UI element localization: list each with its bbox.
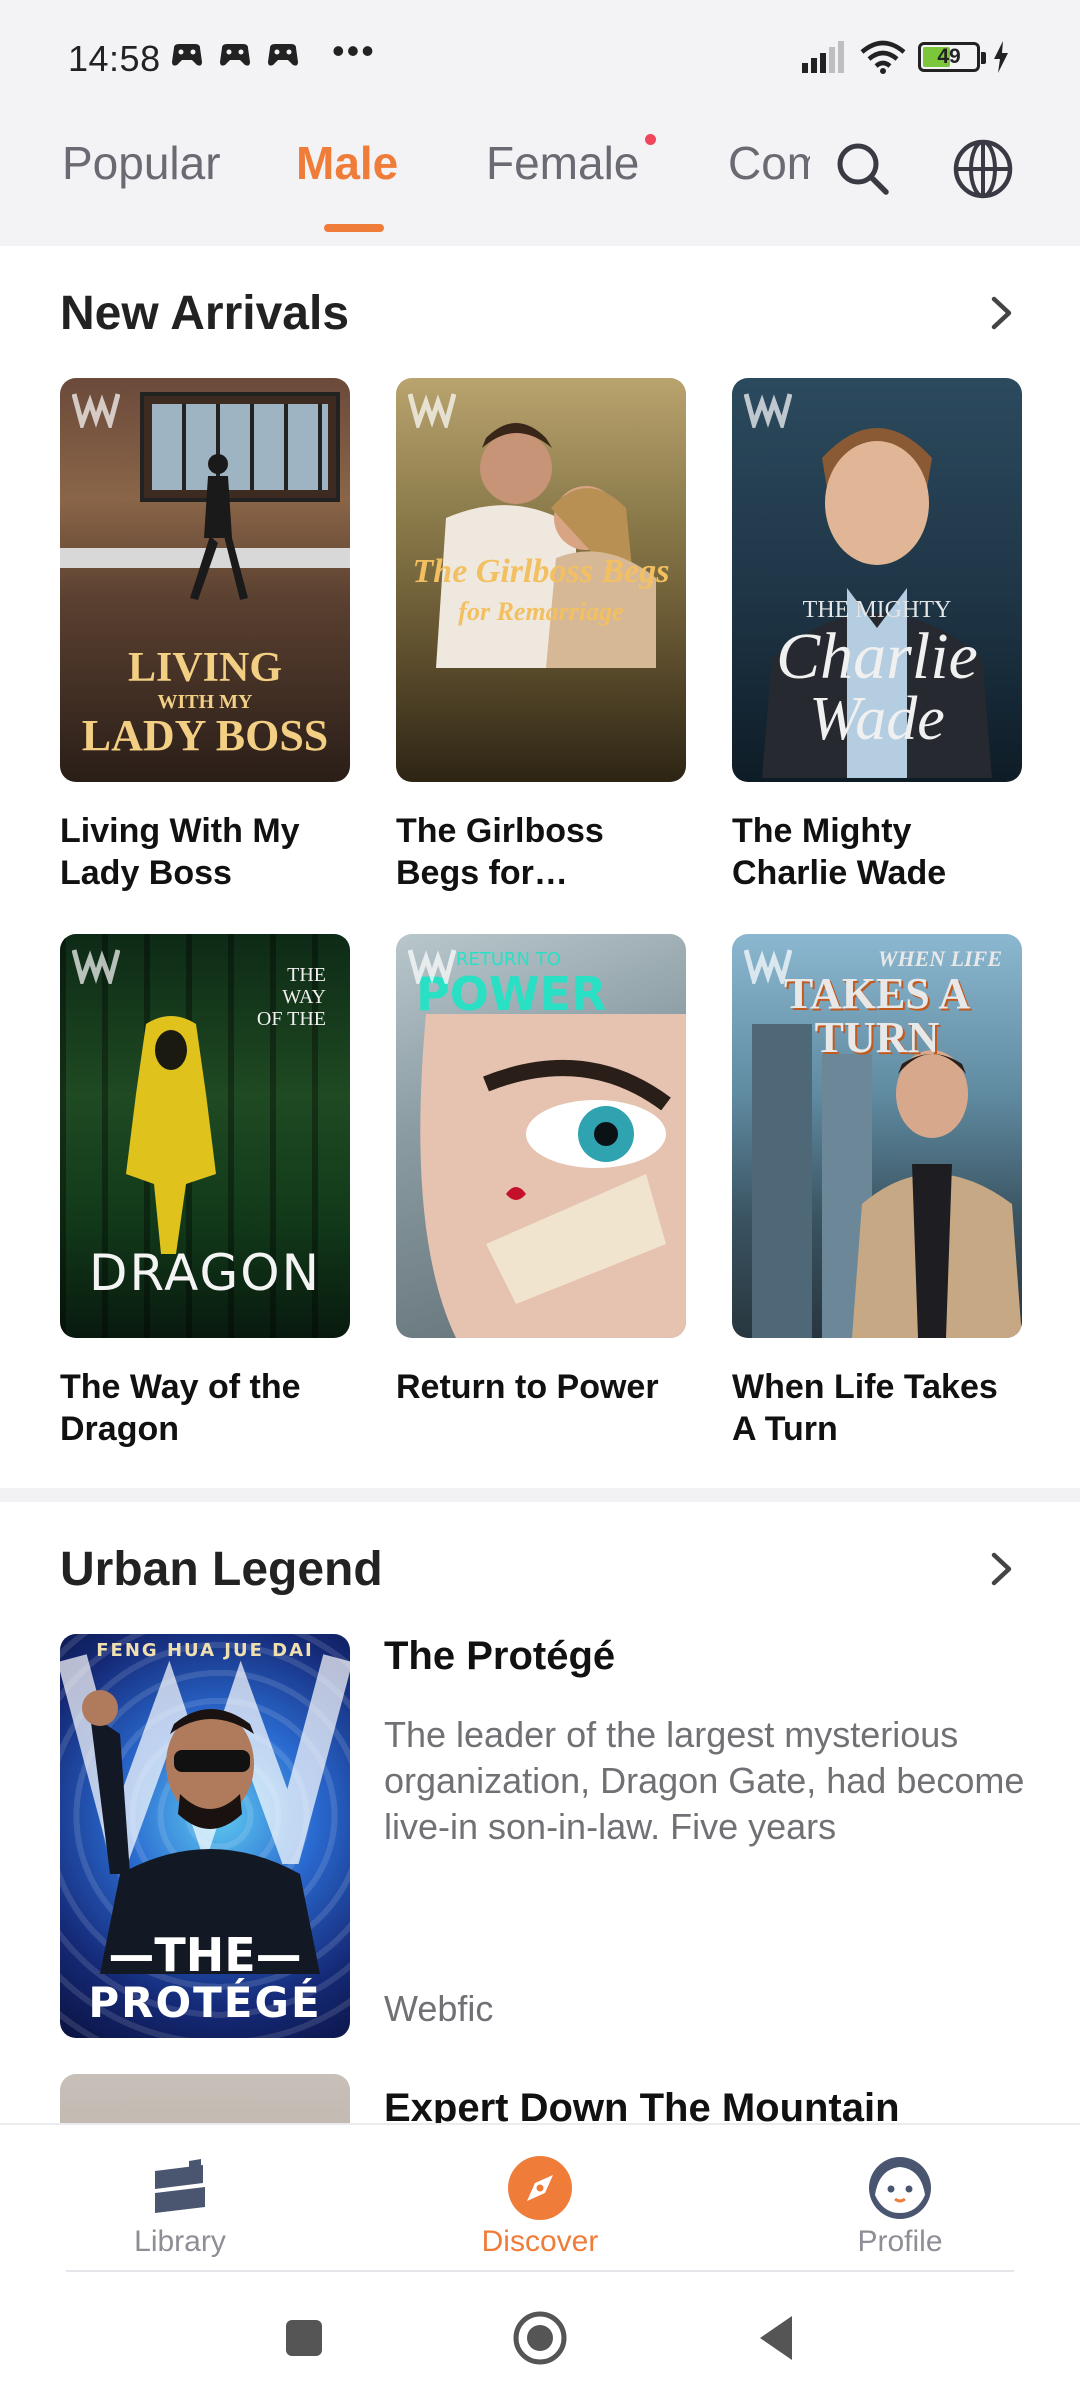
publisher-logo-icon <box>744 949 792 984</box>
cover-title-text: THE MIGHTY Charlie Wade <box>776 597 978 753</box>
walking-man-figure <box>190 454 248 600</box>
cover-title-small: THE WAY OF THE <box>256 964 326 1030</box>
cover-top-text: FENG HUA JUE DAI <box>96 1640 314 1661</box>
cover-title-text: —THE— PROTÉGÉ <box>88 1928 322 2027</box>
library-icon <box>155 2159 205 2213</box>
nav-discover[interactable]: Discover <box>440 2155 640 2259</box>
book-cover[interactable]: THE WAY OF THE DRAGON <box>60 934 350 1338</box>
cover-title-text: DRAGON <box>88 1244 322 1302</box>
book-card[interactable]: WHEN LIFE TAKES A TURN When Life Takes A… <box>732 934 1022 1450</box>
nav-label: Discover <box>481 2225 599 2258</box>
game-controller-icon <box>220 44 250 66</box>
book-cover[interactable]: FENG HUA JUE DAI —THE— PROTÉGÉ <box>60 1634 350 2038</box>
game-controller-icon <box>268 44 298 66</box>
book-title[interactable]: The Girlboss Begs for Remarriage <box>396 810 686 894</box>
chevron-right-icon[interactable] <box>982 1549 1022 1589</box>
book-description: The leader of the largest mysterious org… <box>384 1714 1025 1847</box>
publisher-logo-icon <box>72 949 120 984</box>
bottom-navigation: Library Discover Profile <box>0 2123 1080 2273</box>
charging-icon <box>994 41 1008 73</box>
book-title[interactable]: Living With My Lady Boss <box>60 810 350 894</box>
book-card[interactable]: THE MIGHTY Charlie Wade The Mighty Charl… <box>732 378 1022 894</box>
cover-title-text: LIVING WITH MY LADY BOSS <box>81 645 329 760</box>
nav-label: Profile <box>857 2225 943 2258</box>
book-card[interactable]: The Girlboss Begs for Remarriage The Gir… <box>396 378 686 894</box>
book-title[interactable]: The Mighty Charlie Wade <box>732 810 1022 894</box>
building <box>752 1024 812 1338</box>
recent-apps-icon[interactable] <box>274 2308 334 2368</box>
section-title-new-arrivals: New Arrivals <box>60 287 350 340</box>
publisher-logo-icon <box>744 393 792 428</box>
system-navigation-bar <box>0 2272 1080 2400</box>
nav-library[interactable]: Library <box>80 2155 280 2259</box>
notification-icons <box>170 40 300 70</box>
hooded-figure <box>126 1016 216 1254</box>
compass-icon <box>508 2156 572 2220</box>
cover-title-text: The Girlboss Begs for Remarriage <box>412 553 670 626</box>
list-item[interactable]: FENG HUA JUE DAI —THE— PROTÉGÉ The Proté… <box>60 1634 1024 2038</box>
back-icon[interactable] <box>748 2308 808 2368</box>
chevron-right-icon[interactable] <box>982 293 1022 333</box>
publisher-logo-icon <box>408 393 456 428</box>
publisher-logo-icon <box>408 949 456 984</box>
new-badge-dot <box>645 134 656 145</box>
book-cover[interactable]: LIVING WITH MY LADY BOSS <box>60 378 350 782</box>
book-cover[interactable]: The Girlboss Begs for Remarriage <box>396 378 686 782</box>
category-tab-bar: Popular Male Female Comics <box>0 120 1080 246</box>
nav-profile[interactable]: Profile <box>800 2155 1000 2259</box>
book-cover[interactable] <box>60 2074 350 2123</box>
eye-face-figure <box>420 1014 686 1338</box>
publisher-logo-icon <box>72 393 120 428</box>
wifi-icon <box>860 40 906 74</box>
battery-icon: 49 <box>918 42 986 72</box>
home-icon[interactable] <box>510 2308 570 2368</box>
globe-icon[interactable] <box>950 136 1016 202</box>
game-controller-icon <box>172 44 202 66</box>
more-notifications-indicator: ••• <box>332 30 376 71</box>
battery-level: 49 <box>937 45 961 68</box>
book-cover[interactable]: RETURN TO POWER <box>396 934 686 1338</box>
book-title[interactable]: Expert Down The Mountain <box>384 2086 900 2123</box>
book-card[interactable]: LIVING WITH MY LADY BOSS Living With My … <box>60 378 350 894</box>
signal-icon <box>802 41 844 73</box>
book-cover[interactable]: WHEN LIFE TAKES A TURN <box>732 934 1022 1338</box>
book-title[interactable]: When Life Takes A Turn <box>732 1366 1022 1450</box>
profile-avatar-icon <box>869 2157 931 2219</box>
section-divider <box>0 1488 1080 1502</box>
book-cover[interactable]: THE MIGHTY Charlie Wade <box>732 378 1022 782</box>
status-time: 14:58 <box>68 38 161 79</box>
tab-female[interactable]: Female <box>486 136 639 190</box>
active-tab-indicator <box>324 224 384 232</box>
book-card[interactable]: THE WAY OF THE DRAGON The Way of the Dra… <box>60 934 350 1450</box>
book-author: Webfic <box>384 1988 494 2029</box>
book-card[interactable]: RETURN TO POWER Return to Power <box>396 934 686 1450</box>
category-tabs: Popular Male Female Comics <box>0 120 810 246</box>
book-title[interactable]: The Protégé <box>384 1634 615 1679</box>
tab-popular[interactable]: Popular <box>62 136 221 190</box>
nav-label: Library <box>134 2225 226 2258</box>
section-title-urban-legend: Urban Legend <box>60 1543 383 1596</box>
book-title[interactable]: Return to Power <box>396 1366 686 1450</box>
status-right: 49 <box>802 40 1010 74</box>
tab-male[interactable]: Male <box>296 136 398 190</box>
tab-comics[interactable]: Comics <box>728 136 810 190</box>
man-coat-figure <box>852 1050 1022 1338</box>
book-title[interactable]: The Way of the Dragon <box>60 1366 350 1450</box>
status-bar: 14:58 ••• 49 <box>0 0 1080 120</box>
list-item[interactable]: Expert Down The Mountain <box>60 2074 1020 2123</box>
search-icon[interactable] <box>830 136 896 202</box>
